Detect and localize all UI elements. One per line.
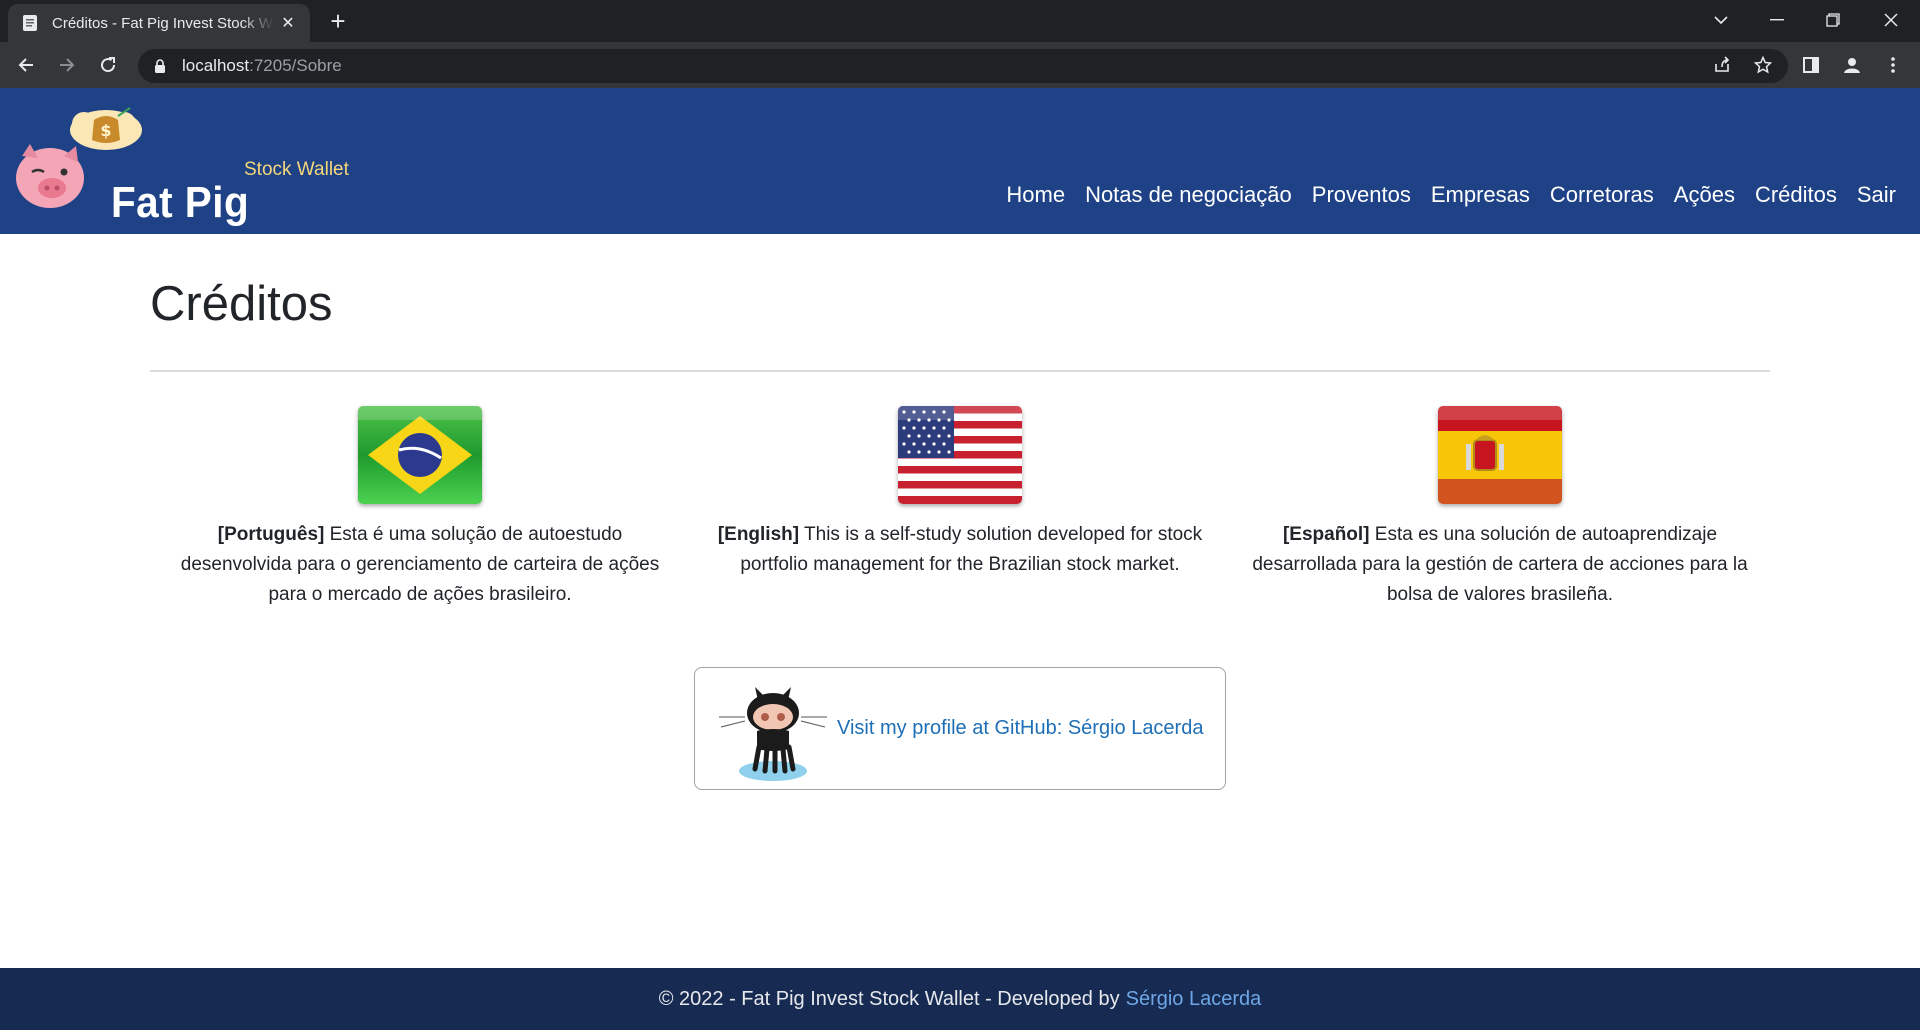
menu-icon[interactable]: [1877, 49, 1909, 81]
restore-icon[interactable]: [1808, 0, 1858, 40]
english-text: This is a self-study solution developed …: [740, 524, 1203, 575]
tab-title: Créditos - Fat Pig Invest Stock Wallet: [52, 14, 274, 32]
side-panel-icon[interactable]: [1795, 49, 1827, 81]
nav-creditos[interactable]: Créditos: [1745, 182, 1847, 208]
browser-tab-bar: Créditos - Fat Pig Invest Stock Wallet ✕…: [0, 0, 1920, 42]
footer-text: © 2022 - Fat Pig Invest Stock Wallet - D…: [658, 987, 1120, 1010]
site-header: $ Stock Wallet Fat Pig Invest Home Notas…: [0, 88, 1920, 277]
english-label: [English]: [717, 524, 800, 545]
spain-flag-icon: [1438, 406, 1562, 504]
page-icon: [23, 15, 37, 31]
close-window-icon[interactable]: [1866, 0, 1916, 40]
github-profile-card[interactable]: Visit my profile at GitHub: Sérgio Lacer…: [694, 667, 1226, 790]
browser-toolbar: localhost:7205/Sobre: [0, 42, 1920, 88]
svg-text:$: $: [100, 121, 111, 140]
octocat-icon: [719, 686, 827, 781]
brazil-flag-icon: [358, 406, 482, 504]
github-profile-link[interactable]: Visit my profile at GitHub: Sérgio Lacer…: [837, 717, 1203, 740]
portuguese-label: [Português]: [217, 524, 325, 545]
usa-flag-icon: [898, 406, 1022, 504]
browser-tab[interactable]: Créditos - Fat Pig Invest Stock Wallet ✕: [8, 4, 310, 42]
reload-icon[interactable]: [92, 49, 124, 81]
close-tab-icon[interactable]: ✕: [278, 13, 298, 33]
column-portuguese: [Português] Esta é uma solução de autoes…: [150, 406, 690, 610]
footer-author-link[interactable]: Sérgio Lacerda: [1126, 988, 1262, 1011]
spanish-label: [Español]: [1282, 524, 1370, 545]
nav-empresas[interactable]: Empresas: [1421, 182, 1540, 208]
address-bar[interactable]: localhost:7205/Sobre: [138, 49, 1788, 83]
share-icon[interactable]: [1706, 49, 1738, 81]
site-logo[interactable]: $ Stock Wallet Fat Pig Invest: [14, 106, 354, 277]
nav-home[interactable]: Home: [996, 182, 1075, 208]
url-host: localhost: [182, 56, 250, 75]
spanish-description: [Español] Esta es una solución de autoap…: [1230, 520, 1770, 610]
url-path: :7205/Sobre: [249, 56, 342, 75]
bookmark-star-icon[interactable]: [1747, 49, 1779, 81]
english-description: [English] This is a self-study solution …: [690, 520, 1230, 580]
nav-acoes[interactable]: Ações: [1664, 182, 1745, 208]
site-footer: © 2022 - Fat Pig Invest Stock Wallet - D…: [0, 968, 1920, 1030]
tab-search-icon[interactable]: [1696, 0, 1746, 40]
forward-icon[interactable]: [51, 49, 83, 81]
profile-icon[interactable]: [1836, 49, 1868, 81]
new-tab-button[interactable]: +: [322, 6, 354, 38]
nav-proventos[interactable]: Proventos: [1302, 182, 1421, 208]
page-title: Créditos: [150, 277, 333, 331]
back-icon[interactable]: [10, 49, 42, 81]
column-english: [English] This is a self-study solution …: [690, 406, 1230, 610]
nav-corretoras[interactable]: Corretoras: [1540, 182, 1664, 208]
language-columns: [Português] Esta é uma solução de autoes…: [150, 406, 1770, 610]
main-content: Créditos [Português] Esta é uma solução …: [150, 234, 1770, 610]
column-spanish: [Español] Esta es una solución de autoap…: [1230, 406, 1770, 610]
portuguese-description: [Português] Esta é uma solução de autoes…: [150, 520, 690, 610]
lock-icon: [155, 59, 165, 73]
nav-notas-de-negociacao[interactable]: Notas de negociação: [1075, 182, 1302, 208]
divider: [150, 370, 1770, 372]
main-nav: Home Notas de negociação Proventos Empre…: [996, 182, 1906, 208]
minimize-icon[interactable]: [1752, 0, 1802, 40]
nav-sair[interactable]: Sair: [1847, 182, 1906, 208]
